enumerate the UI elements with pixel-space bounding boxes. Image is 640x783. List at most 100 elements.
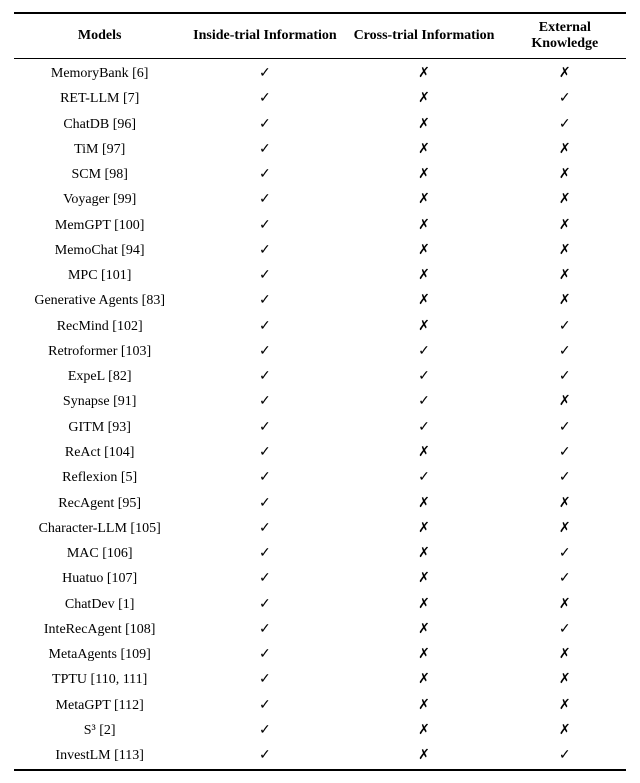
external-cell: ✗ (504, 239, 626, 264)
model-cell: TPTU [110, 111] (14, 668, 185, 693)
external-cell: ✗ (504, 163, 626, 188)
inside-cell: ✓ (185, 390, 344, 415)
external-cell: ✗ (504, 693, 626, 718)
external-cell: ✗ (504, 59, 626, 88)
model-cell: RecAgent [95] (14, 491, 185, 516)
external-cell: ✓ (504, 466, 626, 491)
model-cell: Character-LLM [105] (14, 517, 185, 542)
inside-cell: ✓ (185, 643, 344, 668)
header-models: Models (14, 13, 185, 59)
model-cell: TiM [97] (14, 138, 185, 163)
external-cell: ✗ (504, 719, 626, 744)
model-cell: ChatDB [96] (14, 112, 185, 137)
cross-cell: ✓ (344, 416, 503, 441)
table-row: ExpeL [82]✓✓✓ (14, 365, 626, 390)
table-header-row: Models Inside-trial Information Cross-tr… (14, 13, 626, 59)
inside-cell: ✓ (185, 112, 344, 137)
cross-cell: ✓ (344, 365, 503, 390)
cross-cell: ✗ (344, 744, 503, 770)
cross-cell: ✗ (344, 592, 503, 617)
model-cell: MetaAgents [109] (14, 643, 185, 668)
model-cell: MPC [101] (14, 264, 185, 289)
inside-cell: ✓ (185, 517, 344, 542)
table-row: RecAgent [95]✓✗✗ (14, 491, 626, 516)
table-row: ChatDev [1]✓✗✗ (14, 592, 626, 617)
table-row: Voyager [99]✓✗✗ (14, 188, 626, 213)
table-row: GITM [93]✓✓✓ (14, 416, 626, 441)
inside-cell: ✓ (185, 719, 344, 744)
model-cell: GITM [93] (14, 416, 185, 441)
cross-cell: ✗ (344, 188, 503, 213)
inside-cell: ✓ (185, 87, 344, 112)
model-cell: RET-LLM [7] (14, 87, 185, 112)
inside-cell: ✓ (185, 264, 344, 289)
model-cell: RecMind [102] (14, 314, 185, 339)
cross-cell: ✗ (344, 491, 503, 516)
model-cell: MemoChat [94] (14, 239, 185, 264)
table-row: Synapse [91]✓✓✗ (14, 390, 626, 415)
external-cell: ✗ (504, 517, 626, 542)
cross-cell: ✗ (344, 138, 503, 163)
table-row: S³ [2]✓✗✗ (14, 719, 626, 744)
model-cell: Retroformer [103] (14, 340, 185, 365)
external-cell: ✗ (504, 592, 626, 617)
table-row: Huatuo [107]✓✗✓ (14, 567, 626, 592)
model-cell: MAC [106] (14, 542, 185, 567)
model-cell: Generative Agents [83] (14, 289, 185, 314)
external-cell: ✗ (504, 491, 626, 516)
inside-cell: ✓ (185, 138, 344, 163)
inside-cell: ✓ (185, 441, 344, 466)
external-cell: ✓ (504, 744, 626, 770)
external-cell: ✓ (504, 87, 626, 112)
external-cell: ✓ (504, 542, 626, 567)
inside-cell: ✓ (185, 693, 344, 718)
model-cell: InvestLM [113] (14, 744, 185, 770)
table-row: MemoChat [94]✓✗✗ (14, 239, 626, 264)
cross-cell: ✓ (344, 390, 503, 415)
header-cross: Cross-trial Information (344, 13, 503, 59)
table-row: RET-LLM [7]✓✗✓ (14, 87, 626, 112)
external-cell: ✗ (504, 213, 626, 238)
cross-cell: ✓ (344, 466, 503, 491)
inside-cell: ✓ (185, 289, 344, 314)
table-row: ReAct [104]✓✗✓ (14, 441, 626, 466)
model-cell: Huatuo [107] (14, 567, 185, 592)
header-inside: Inside-trial Information (185, 13, 344, 59)
table-row: MAC [106]✓✗✓ (14, 542, 626, 567)
external-cell: ✗ (504, 264, 626, 289)
external-cell: ✗ (504, 390, 626, 415)
cross-cell: ✗ (344, 239, 503, 264)
cross-cell: ✗ (344, 668, 503, 693)
external-cell: ✓ (504, 365, 626, 390)
model-cell: ReAct [104] (14, 441, 185, 466)
table-row: MetaAgents [109]✓✗✗ (14, 643, 626, 668)
inside-cell: ✓ (185, 340, 344, 365)
cross-cell: ✗ (344, 618, 503, 643)
external-cell: ✓ (504, 314, 626, 339)
cross-cell: ✗ (344, 693, 503, 718)
model-cell: MemoryBank [6] (14, 59, 185, 88)
cross-cell: ✗ (344, 719, 503, 744)
inside-cell: ✓ (185, 163, 344, 188)
inside-cell: ✓ (185, 239, 344, 264)
model-cell: InteRecAgent [108] (14, 618, 185, 643)
inside-cell: ✓ (185, 314, 344, 339)
cross-cell: ✓ (344, 340, 503, 365)
inside-cell: ✓ (185, 668, 344, 693)
model-cell: S³ [2] (14, 719, 185, 744)
table-row: Generative Agents [83]✓✗✗ (14, 289, 626, 314)
inside-cell: ✓ (185, 213, 344, 238)
table-row: ChatDB [96]✓✗✓ (14, 112, 626, 137)
inside-cell: ✓ (185, 365, 344, 390)
external-cell: ✗ (504, 289, 626, 314)
table-row: InteRecAgent [108]✓✗✓ (14, 618, 626, 643)
cross-cell: ✗ (344, 441, 503, 466)
model-cell: Reflexion [5] (14, 466, 185, 491)
cross-cell: ✗ (344, 213, 503, 238)
cross-cell: ✗ (344, 112, 503, 137)
inside-cell: ✓ (185, 466, 344, 491)
table-row: SCM [98]✓✗✗ (14, 163, 626, 188)
model-cell: MemGPT [100] (14, 213, 185, 238)
cross-cell: ✗ (344, 289, 503, 314)
table-row: InvestLM [113]✓✗✓ (14, 744, 626, 770)
